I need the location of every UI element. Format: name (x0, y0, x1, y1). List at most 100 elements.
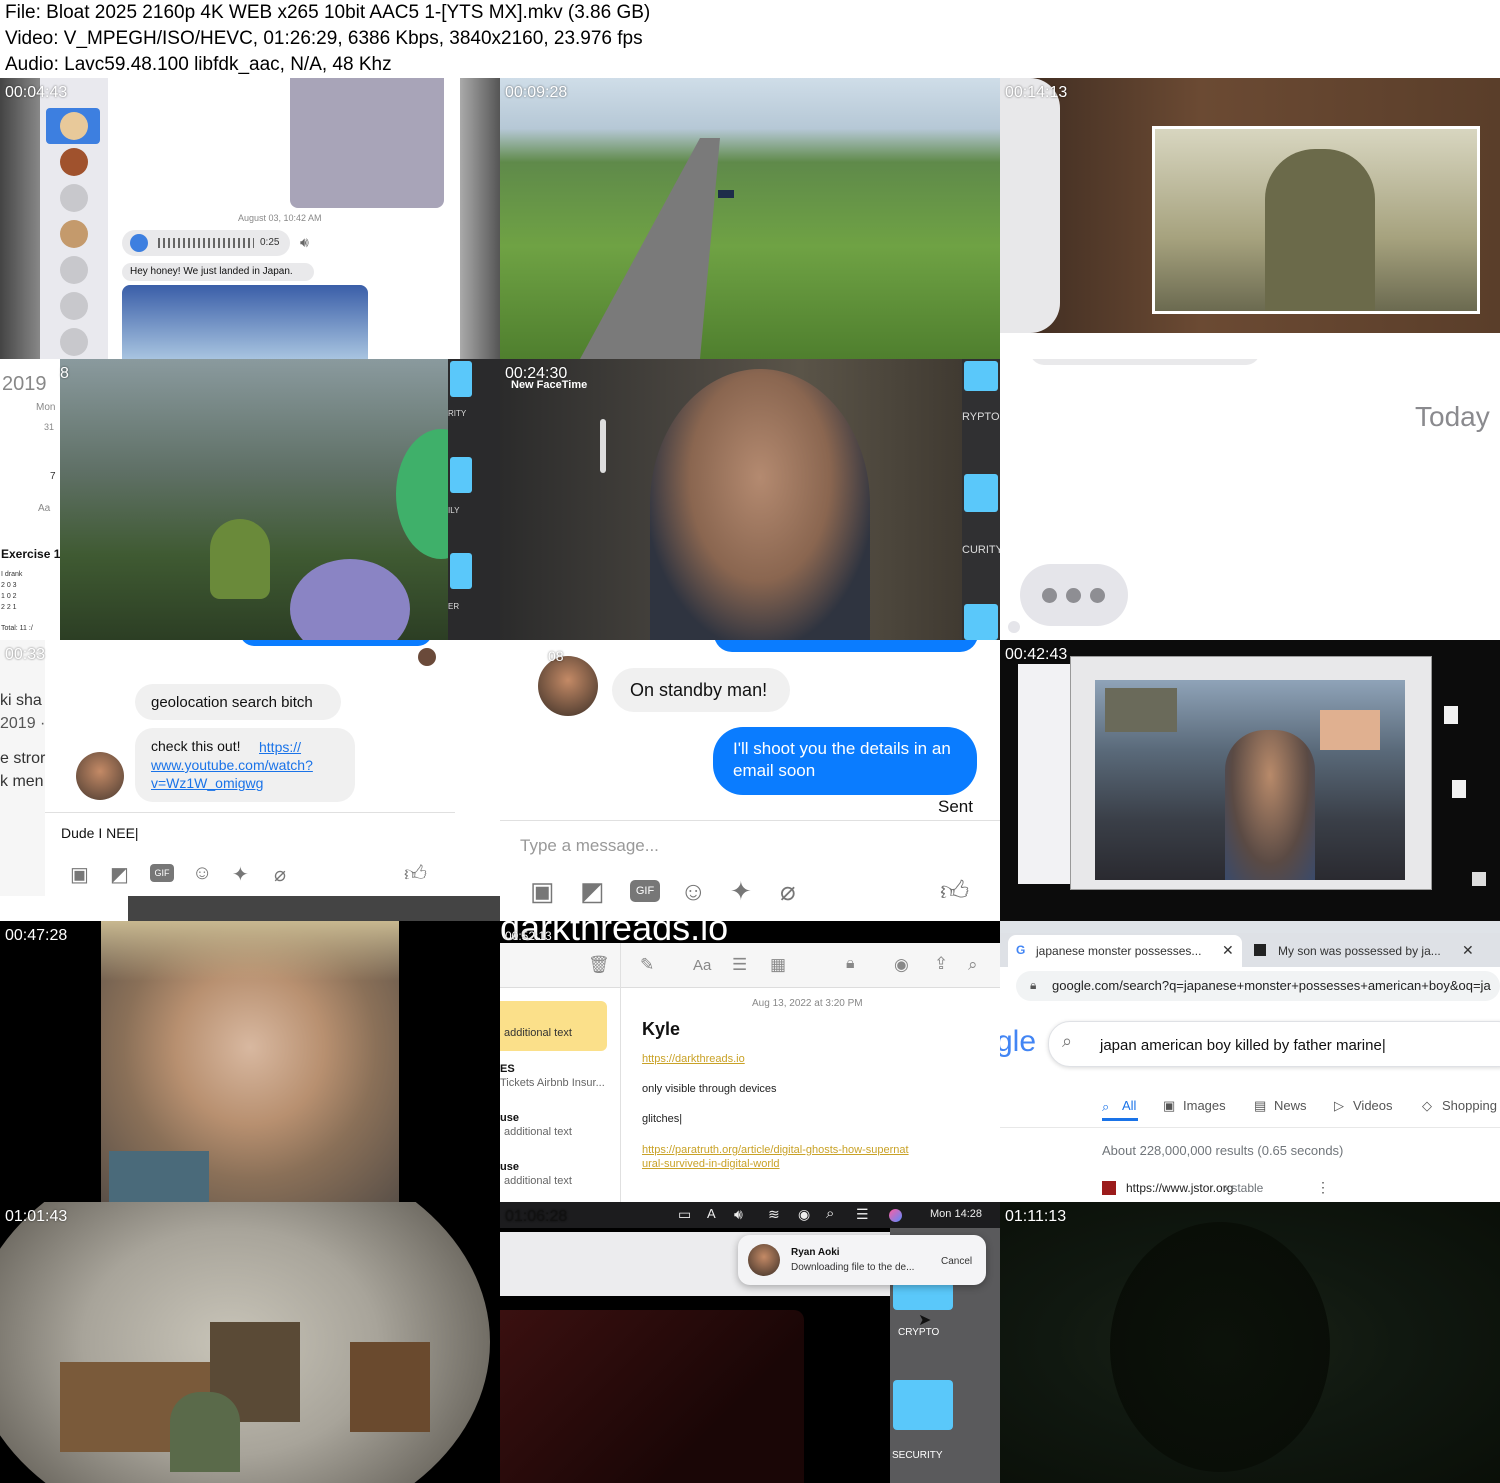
sticker-icon[interactable]: ◩ (580, 876, 605, 907)
video-icon: ▷ (1334, 1098, 1344, 1113)
avatar (60, 112, 88, 140)
note-date: Aug 13, 2022 at 3:20 PM (752, 998, 863, 1009)
checklist-icon[interactable]: ☰ (732, 955, 747, 975)
nav-shopping[interactable]: Shopping (1442, 1098, 1497, 1113)
nav-videos[interactable]: Videos (1353, 1098, 1393, 1113)
gif-icon[interactable]: GIF (630, 880, 660, 902)
siri-icon[interactable] (889, 1209, 902, 1222)
file-line: File: Bloat 2025 2160p 4K WEB x265 10bit… (5, 2, 651, 23)
scroll-indicator[interactable] (600, 419, 606, 473)
trash-icon[interactable]: 🗑︎ (588, 955, 610, 975)
speaker-icon[interactable]: 🔊︎ (300, 234, 309, 251)
thumb-2-road: 00:09:28 (500, 78, 1000, 359)
tab-title[interactable]: japanese monster possesses... (1036, 944, 1201, 958)
attach-icon[interactable]: ⌀ (274, 862, 286, 887)
desktop-file-icon[interactable] (1444, 706, 1458, 724)
folder-icon[interactable] (964, 361, 998, 391)
airplay-icon[interactable]: ▭ (678, 1206, 691, 1223)
user-icon[interactable]: ◉ (798, 1206, 810, 1223)
game-icon[interactable]: ✦ (232, 862, 249, 887)
calendar-31: 31 (44, 422, 55, 432)
share-icon[interactable]: ⇪ (934, 954, 948, 974)
man-face (650, 369, 870, 640)
folder-icon[interactable] (964, 604, 998, 640)
page-text: 2019 · (0, 715, 46, 732)
format-icon[interactable]: Aa (693, 957, 711, 974)
note-title: Kyle (642, 1019, 681, 1039)
attach-icon[interactable]: ⌀ (780, 876, 796, 907)
calendar-year: 2019 (2, 373, 47, 395)
trash-icon[interactable] (1472, 872, 1486, 886)
emoji-icon[interactable]: ☺︎ (680, 876, 707, 907)
folder-icon[interactable] (450, 457, 472, 493)
gif-icon[interactable]: GIF (150, 864, 174, 882)
note-list-item-selected[interactable] (500, 1001, 607, 1051)
thumb-14-desktop: ▭ A 🔊︎ ≋ ◉ ⌕ ☰ Mon 14:28 CRYPTO SECURITY… (500, 1202, 1000, 1483)
hair (101, 921, 399, 981)
cancel-button[interactable]: Cancel (941, 1256, 972, 1267)
compose-icon[interactable]: ✎ (640, 955, 654, 975)
page-text: k men (0, 773, 44, 790)
typing-dot (1090, 588, 1105, 603)
message-input[interactable]: Dude I NEE| (61, 825, 139, 841)
message-input[interactable]: Type a message... (520, 836, 659, 856)
video-window (1095, 680, 1405, 880)
tab-title[interactable]: My son was possessed by ja... (1278, 944, 1441, 958)
control-center-icon[interactable]: ☰ (856, 1206, 869, 1223)
close-icon[interactable]: ✕ (1462, 942, 1474, 959)
note-list-title: use (500, 1112, 519, 1124)
like-icon[interactable]: 👍︎ (404, 860, 427, 887)
bottom-strip (0, 896, 500, 921)
folder-icon[interactable] (893, 1380, 953, 1430)
nav-news[interactable]: News (1274, 1098, 1307, 1113)
note-link[interactable]: https://paratruth.org/article/digital-gh… (642, 1143, 912, 1171)
note-link[interactable]: https://darkthreads.io (642, 1053, 745, 1065)
notification-title: Ryan Aoki (791, 1247, 840, 1258)
search-input[interactable]: japan american boy killed by father mari… (1100, 1037, 1386, 1054)
folder-icon[interactable] (450, 553, 472, 589)
folder-icon[interactable] (450, 361, 472, 397)
game-icon[interactable]: ✦ (730, 876, 752, 907)
keyboard-icon[interactable]: A (707, 1206, 716, 1221)
result-url[interactable]: https://www.jstor.org (1126, 1181, 1233, 1195)
photo-icon[interactable]: ▣ (70, 862, 89, 887)
bubble-text: On standby man! (630, 680, 768, 700)
search-icon[interactable]: ⌕ (826, 1205, 834, 1222)
search-icon[interactable]: ⌕ (968, 955, 978, 975)
share-people-icon[interactable]: ◉ (894, 955, 909, 975)
message-text: Hey honey! We just landed in Japan. (130, 266, 293, 277)
note-list-title: ES (500, 1063, 515, 1075)
nav-all[interactable]: All (1122, 1098, 1136, 1113)
youtube-link[interactable]: https:// www.youtube.com/watch? v=Wz1W_o… (151, 738, 345, 792)
font-button[interactable]: Aa (38, 503, 50, 514)
lock-icon[interactable]: 🔒︎ (846, 955, 855, 973)
garden-photo (60, 359, 486, 640)
note-list-title: use (500, 1161, 519, 1173)
facetime-label: New FaceTime (511, 379, 588, 391)
desktop-file-icon[interactable] (1452, 780, 1466, 798)
timestamp: 00:04:43 (5, 84, 68, 101)
avatar (418, 648, 436, 666)
folder-icon[interactable] (893, 1282, 953, 1310)
waveform (158, 238, 254, 248)
close-icon[interactable]: ✕ (1222, 942, 1234, 959)
sticker-icon[interactable]: ◩ (110, 862, 129, 887)
folder-icon[interactable] (964, 474, 998, 512)
wifi-icon[interactable]: ≋ (768, 1206, 780, 1223)
url-text[interactable]: google.com/search?q=japanese+monster+pos… (1052, 978, 1491, 993)
folder-label: SECURITY (892, 1450, 943, 1461)
nav-images[interactable]: Images (1183, 1098, 1226, 1113)
folder-label: RITY (448, 409, 467, 418)
photo-icon[interactable]: ▣ (530, 876, 555, 907)
volume-icon[interactable]: 🔊︎ (734, 1206, 743, 1223)
more-icon[interactable]: ⋮ (1316, 1179, 1330, 1196)
fisheye-view (0, 1202, 490, 1483)
table-icon[interactable]: ▦ (770, 955, 786, 975)
bottom-bar (1000, 333, 1500, 359)
thumb-1-messages: August 03, 10:42 AM 0:25 🔊︎ Hey honey! W… (0, 78, 500, 359)
audio-line: Audio: Lavc59.48.100 libfdk_aac, N/A, 48… (5, 54, 392, 75)
pause-icon[interactable] (130, 234, 148, 252)
like-icon[interactable]: 👍︎ (940, 874, 969, 908)
emoji-icon[interactable]: ☺︎ (192, 862, 212, 885)
google-logo: gle (1000, 1025, 1036, 1059)
